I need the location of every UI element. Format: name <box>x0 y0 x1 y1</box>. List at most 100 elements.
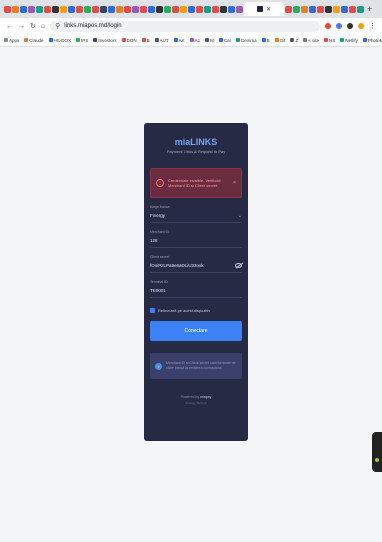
error-alert: ! Credentiale invalide. Verificati Merch… <box>150 168 242 198</box>
browser-tab[interactable] <box>357 5 364 13</box>
site-info-icon[interactable]: ⚲ <box>55 22 60 30</box>
browser-tab[interactable] <box>220 5 227 13</box>
browser-tab[interactable] <box>196 5 203 13</box>
new-tab-button[interactable]: + <box>367 4 372 14</box>
extension-icon[interactable] <box>336 23 342 29</box>
bookmark-label: B <box>266 37 270 43</box>
bookmark-icon <box>121 38 126 42</box>
browser-tab[interactable] <box>204 5 211 13</box>
bookmark-item[interactable]: PhotoMagic <box>362 38 382 43</box>
browser-tab[interactable] <box>20 5 27 13</box>
browser-tab[interactable] <box>52 5 59 13</box>
extension-icon[interactable] <box>325 23 331 29</box>
login-card: miaLINKS Payment Links & Request to Pay … <box>144 123 248 441</box>
address-bar[interactable]: ⚲ links.miapos.md/login <box>50 20 320 32</box>
terminal-id-input[interactable]: TE0001 <box>150 284 242 298</box>
bookmark-item[interactable]: < site <box>303 38 319 43</box>
bookmark-item[interactable]: Z <box>290 38 298 43</box>
bookmark-icon <box>235 38 240 42</box>
close-icon[interactable]: × <box>233 180 236 186</box>
bookmark-item[interactable]: IPS <box>76 38 88 43</box>
bookmark-icon <box>290 38 295 42</box>
browser-tab[interactable] <box>180 5 187 13</box>
bookmark-item[interactable]: Claude <box>24 38 44 43</box>
browser-tab[interactable] <box>156 5 163 13</box>
bookmark-item[interactable]: Gemma <box>235 38 257 43</box>
browser-tab[interactable] <box>333 5 340 13</box>
bookmark-item[interactable]: Investors <box>93 37 117 43</box>
bank-select[interactable]: Finergy ⌄ <box>150 209 242 223</box>
profile-avatar[interactable] <box>358 23 364 29</box>
reload-icon[interactable]: ↻ <box>30 22 36 30</box>
bookmark-item[interactable]: M <box>205 38 214 43</box>
browser-tab[interactable] <box>293 5 300 13</box>
active-tab[interactable]: ✕ <box>244 2 284 16</box>
page-viewport: miaLINKS Payment Links & Request to Pay … <box>0 47 382 542</box>
browser-tab[interactable] <box>172 5 179 13</box>
bookmark-item[interactable]: Apps <box>4 38 19 43</box>
bookmark-item[interactable]: HS-DOX <box>48 38 71 43</box>
back-icon[interactable]: ← <box>6 23 13 30</box>
bookmark-item[interactable]: Netlify <box>340 38 358 43</box>
browser-tab[interactable] <box>44 5 51 13</box>
remember-device[interactable]: Retine-mă pe acest dispozitiv <box>150 308 242 313</box>
browser-tab[interactable] <box>148 5 155 13</box>
menu-icon[interactable]: ⋮ <box>369 22 376 30</box>
browser-tab[interactable] <box>28 5 35 13</box>
close-tab-icon[interactable]: ✕ <box>266 6 271 13</box>
home-icon[interactable]: ⌂ <box>41 23 45 30</box>
browser-tab[interactable] <box>188 5 195 13</box>
browser-tab[interactable] <box>164 5 171 13</box>
browser-tab[interactable] <box>140 5 147 13</box>
side-widget[interactable] <box>372 432 382 472</box>
browser-tab[interactable] <box>36 5 43 13</box>
bookmark-item[interactable]: DON <box>121 38 137 43</box>
bookmark-item[interactable]: AUT <box>154 37 169 43</box>
bookmark-item[interactable]: B <box>261 37 270 43</box>
browser-tab[interactable] <box>76 5 83 13</box>
browser-tab[interactable] <box>301 5 308 13</box>
bookmark-item[interactable]: Cal <box>218 37 231 43</box>
remember-checkbox[interactable] <box>150 308 155 313</box>
browser-tab[interactable] <box>341 5 348 13</box>
bookmark-item[interactable]: A1 <box>189 38 200 43</box>
browser-tab[interactable] <box>317 5 324 13</box>
extension-icon[interactable] <box>347 23 353 29</box>
browser-tab[interactable] <box>108 5 115 13</box>
app-title: miaLINKS <box>174 137 218 147</box>
status-dot <box>375 458 379 462</box>
browser-tab[interactable] <box>349 5 356 13</box>
submit-button[interactable]: Conectare <box>150 321 242 341</box>
browser-tab[interactable] <box>60 5 67 13</box>
bookmark-label: IPS <box>81 37 89 43</box>
browser-tab[interactable] <box>12 5 19 13</box>
bookmark-label: Cal <box>223 37 231 43</box>
browser-tab[interactable] <box>68 5 75 13</box>
browser-tab[interactable] <box>92 5 99 13</box>
browser-tab[interactable] <box>236 5 243 13</box>
bookmark-item[interactable]: Git <box>274 38 285 43</box>
browser-tab[interactable] <box>212 5 219 13</box>
bookmark-label: AUT <box>159 37 169 43</box>
browser-tab[interactable] <box>285 5 292 13</box>
browser-tab[interactable] <box>309 5 316 13</box>
bookmark-icon <box>76 38 81 42</box>
browser-tab[interactable] <box>228 5 235 13</box>
forward-icon[interactable]: → <box>18 23 25 30</box>
browser-tab[interactable] <box>132 5 139 13</box>
bookmark-icon <box>261 38 266 42</box>
bookmark-label: Investors <box>98 37 117 43</box>
browser-tab[interactable] <box>116 5 123 13</box>
browser-tab[interactable] <box>84 5 91 13</box>
browser-tab[interactable] <box>325 5 332 13</box>
bookmark-label: AK <box>178 37 185 43</box>
bookmark-item[interactable]: AK <box>173 37 185 43</box>
eye-off-icon[interactable] <box>235 263 242 268</box>
bookmark-item[interactable]: HS <box>324 38 335 43</box>
bookmark-item[interactable]: B <box>141 38 150 43</box>
merchant-id-input[interactable]: 128 <box>150 234 242 248</box>
browser-tab[interactable] <box>124 5 131 13</box>
browser-tab[interactable] <box>4 5 11 13</box>
client-secret-input[interactable]: fOoiPzLPa9e6aDLiU33oxk <box>150 259 242 273</box>
browser-tab[interactable] <box>100 5 107 13</box>
